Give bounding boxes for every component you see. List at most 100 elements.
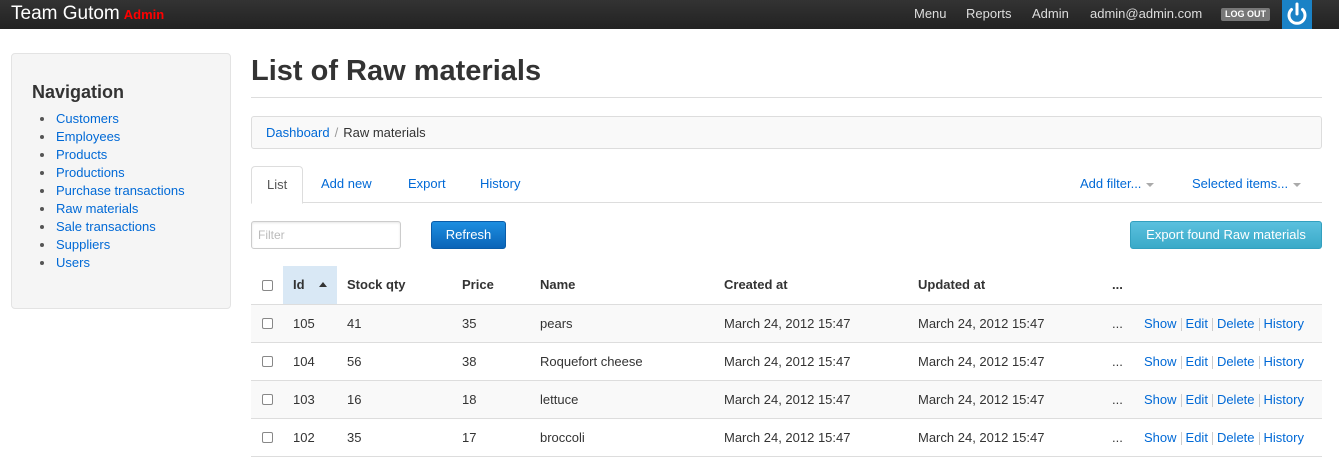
user-email-link[interactable]: admin@admin.com (1090, 6, 1202, 21)
action-separator (1211, 394, 1213, 408)
brand[interactable]: Team Gutom Admin (11, 3, 164, 25)
sidebar-link-purchase-transactions[interactable]: Purchase transactions (56, 183, 185, 198)
caret-down-icon (1293, 182, 1302, 187)
sidebar-item-sale-transactions: Sale transactions (40, 218, 185, 236)
action-separator (1211, 318, 1213, 332)
nav-menu-link[interactable]: Menu (914, 6, 947, 21)
column-header-stock[interactable]: Stock qty (347, 266, 406, 304)
sidebar-link-users[interactable]: Users (56, 255, 90, 270)
sidebar-item-raw-materials: Raw materials (40, 200, 185, 218)
show-link[interactable]: Show (1144, 354, 1177, 369)
show-link[interactable]: Show (1144, 392, 1177, 407)
breadcrumb-dashboard-link[interactable]: Dashboard (266, 125, 330, 140)
row-checkbox[interactable] (262, 394, 273, 405)
logout-button[interactable]: LOG OUT (1221, 8, 1270, 21)
filter-input[interactable] (251, 221, 401, 249)
tab-add-new[interactable]: Add new (306, 166, 387, 203)
tab-export[interactable]: Export (393, 166, 461, 203)
show-link[interactable]: Show (1144, 430, 1177, 445)
selected-items-dropdown[interactable]: Selected items... (1177, 166, 1316, 203)
power-icon (1287, 2, 1307, 25)
sidebar-item-customers: Customers (40, 110, 185, 128)
cell-price: 38 (462, 354, 477, 369)
sidebar-link-products[interactable]: Products (56, 147, 107, 162)
action-separator (1258, 356, 1260, 370)
tab-history[interactable]: History (465, 166, 535, 203)
breadcrumb-current: Raw materials (343, 125, 426, 140)
table-row: 105 41 35 pears March 24, 2012 15:47 Mar… (251, 305, 1322, 343)
row-checkbox[interactable] (262, 356, 273, 367)
row-more-link[interactable]: ... (1112, 419, 1123, 457)
row-more-link[interactable]: ... (1112, 343, 1123, 381)
row-checkbox[interactable] (262, 318, 273, 329)
edit-link[interactable]: Edit (1186, 392, 1208, 407)
delete-link[interactable]: Delete (1217, 392, 1255, 407)
history-link[interactable]: History (1264, 430, 1304, 445)
nav-admin-link[interactable]: Admin (1032, 6, 1069, 21)
delete-link[interactable]: Delete (1217, 430, 1255, 445)
sort-ascending-icon (318, 282, 327, 288)
select-all-checkbox[interactable] (262, 280, 273, 291)
edit-link[interactable]: Edit (1186, 316, 1208, 331)
action-separator (1180, 432, 1182, 446)
add-filter-label: Add filter... (1080, 176, 1142, 191)
sidebar-link-employees[interactable]: Employees (56, 129, 120, 144)
sidebar-link-suppliers[interactable]: Suppliers (56, 237, 110, 252)
cell-stock: 41 (347, 316, 362, 331)
column-label-id: Id (293, 277, 305, 292)
column-header-id[interactable]: Id (283, 266, 337, 304)
nav-reports-link[interactable]: Reports (966, 6, 1012, 21)
breadcrumb: Dashboard / Raw materials (251, 116, 1322, 149)
column-header-more: ... (1112, 277, 1123, 292)
sidebar-title: Navigation (32, 82, 125, 102)
cell-name: broccoli (540, 430, 585, 445)
action-separator (1258, 318, 1260, 332)
brand-name: Team Gutom (11, 3, 120, 24)
sidebar-item-productions: Productions (40, 164, 185, 182)
column-header-price[interactable]: Price (462, 266, 494, 304)
sidebar-item-suppliers: Suppliers (40, 236, 185, 254)
cell-updated: March 24, 2012 15:47 (918, 354, 1045, 369)
edit-link[interactable]: Edit (1186, 430, 1208, 445)
row-more-link[interactable]: ... (1112, 381, 1123, 419)
row-more-link[interactable]: ... (1112, 305, 1123, 343)
refresh-button[interactable]: Refresh (431, 221, 506, 249)
bullet-icon (40, 206, 44, 211)
cell-updated: March 24, 2012 15:47 (918, 430, 1045, 445)
sidebar-link-sale-transactions[interactable]: Sale transactions (56, 219, 156, 234)
column-header-name[interactable]: Name (540, 266, 575, 304)
power-button[interactable] (1282, 0, 1312, 29)
cell-price: 17 (462, 430, 477, 445)
add-filter-dropdown[interactable]: Add filter... (1065, 166, 1169, 203)
row-actions: Show Edit Delete History (1144, 419, 1304, 457)
column-header-updated[interactable]: Updated at (918, 266, 985, 304)
history-link[interactable]: History (1264, 316, 1304, 331)
row-actions: Show Edit Delete History (1144, 381, 1304, 419)
column-header-created[interactable]: Created at (724, 266, 788, 304)
action-separator (1258, 432, 1260, 446)
cell-name: lettuce (540, 392, 579, 407)
bullet-icon (40, 242, 44, 247)
sidebar-link-productions[interactable]: Productions (56, 165, 125, 180)
cell-price: 18 (462, 392, 477, 407)
cell-id: 103 (293, 392, 315, 407)
caret-down-icon (1146, 182, 1155, 187)
sidebar-link-raw-materials[interactable]: Raw materials (56, 201, 138, 216)
sidebar-item-purchase-transactions: Purchase transactions (40, 182, 185, 200)
delete-link[interactable]: Delete (1217, 316, 1255, 331)
delete-link[interactable]: Delete (1217, 354, 1255, 369)
export-found-button[interactable]: Export found Raw materials (1130, 221, 1322, 249)
show-link[interactable]: Show (1144, 316, 1177, 331)
cell-id: 104 (293, 354, 315, 369)
table-row: 102 35 17 broccoli March 24, 2012 15:47 … (251, 419, 1322, 457)
edit-link[interactable]: Edit (1186, 354, 1208, 369)
sidebar-link-customers[interactable]: Customers (56, 111, 119, 126)
sidebar-item-employees: Employees (40, 128, 185, 146)
tab-list[interactable]: List (251, 166, 304, 204)
action-separator (1180, 356, 1182, 370)
title-divider (251, 97, 1322, 98)
history-link[interactable]: History (1264, 392, 1304, 407)
history-link[interactable]: History (1264, 354, 1304, 369)
table-row: 104 56 38 Roquefort cheese March 24, 201… (251, 343, 1322, 381)
row-checkbox[interactable] (262, 432, 273, 443)
